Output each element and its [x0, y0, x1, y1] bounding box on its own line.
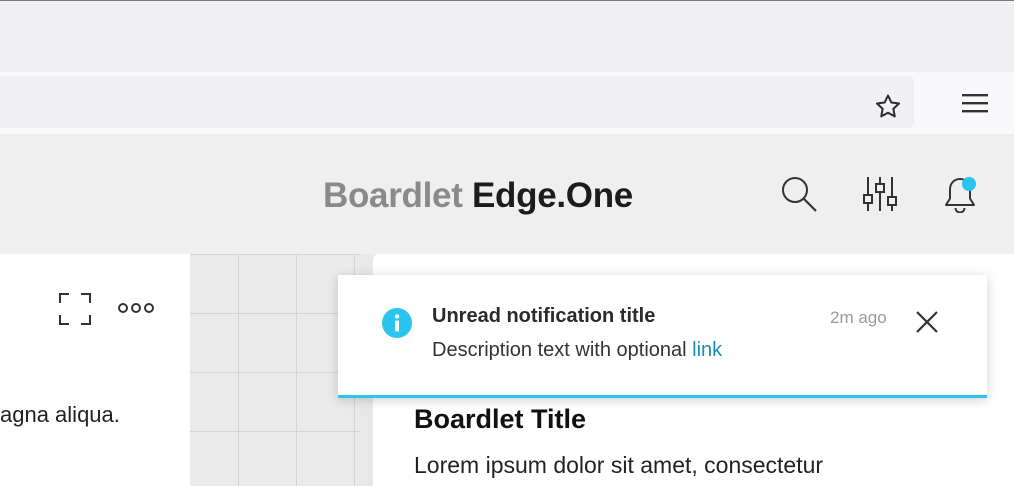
browser-title-bar	[0, 0, 1014, 72]
notification-badge	[962, 177, 976, 191]
brand-name: Boardlet	[323, 176, 463, 215]
app-header: Boardlet Edge.One	[0, 134, 1014, 254]
browser-menu-button[interactable]	[956, 86, 994, 120]
notification-timestamp: 2m ago	[830, 308, 887, 327]
notification-toast[interactable]: Unread notification title Description te…	[338, 275, 987, 398]
sliders-icon	[863, 177, 897, 211]
search-icon	[782, 177, 817, 212]
boardlet-card-left: agna aliqua.	[0, 254, 190, 486]
star-icon	[876, 94, 900, 118]
bookmark-button[interactable]	[870, 89, 906, 125]
boardlet-title: Boardlet Title	[414, 404, 587, 434]
more-options-icon	[118, 303, 154, 313]
layout-grid	[190, 254, 360, 486]
browser-toolbar	[0, 72, 1014, 134]
close-icon	[916, 311, 938, 333]
boardlet-body: Lorem ipsum dolor sit amet, consectetur	[414, 452, 824, 478]
more-options-button[interactable]	[117, 298, 155, 318]
notification-close-button[interactable]	[911, 306, 943, 338]
boardlet-text: agna aliqua.	[0, 402, 120, 427]
info-icon	[382, 308, 412, 338]
notifications-button[interactable]	[940, 174, 980, 214]
address-bar[interactable]	[0, 76, 914, 128]
brand-product: Edge.One	[472, 176, 633, 215]
notification-link[interactable]: link	[692, 339, 722, 361]
expand-button[interactable]	[58, 292, 92, 326]
notification-description-text: Description text with optional	[432, 339, 693, 361]
search-button[interactable]	[779, 174, 819, 214]
notification-description: Description text with optional link	[432, 339, 722, 362]
expand-icon	[59, 293, 91, 325]
hamburger-menu-icon	[962, 94, 988, 113]
notification-title: Unread notification title	[432, 305, 656, 327]
brand-logo: Boardlet Edge.One	[323, 176, 633, 216]
filter-settings-button[interactable]	[860, 174, 900, 214]
